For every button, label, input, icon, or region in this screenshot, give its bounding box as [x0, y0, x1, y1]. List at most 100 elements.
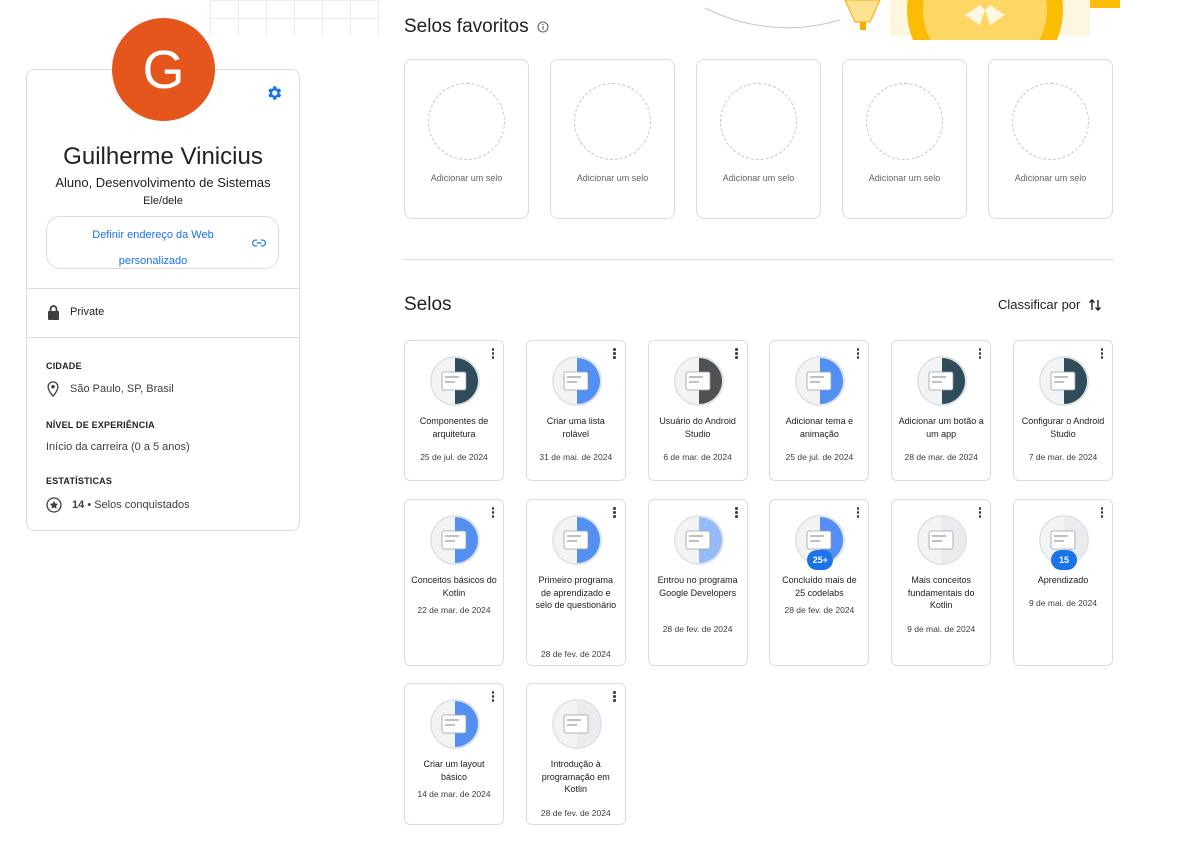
link-icon [252, 239, 266, 247]
info-icon[interactable] [537, 21, 549, 33]
badge-card[interactable]: Introdução à programação em Kotlin 28 de … [525, 683, 626, 825]
custom-url-label: Definir endereço da Web personalizado [75, 222, 231, 274]
badge-title: Usuário do Android Studio [659, 416, 736, 439]
favorite-slot[interactable]: Adicionar um selo [550, 59, 675, 219]
lock-icon [48, 305, 59, 320]
badge-card[interactable]: Criar um layout básico 14 de mar. de 2024 [404, 683, 504, 825]
empty-badge-placeholder [720, 83, 797, 160]
badge-icon [551, 699, 602, 749]
badge-icon [795, 356, 846, 406]
gear-icon[interactable] [265, 84, 283, 102]
badge-icon [551, 515, 602, 565]
badge-card[interactable]: Criar uma lista rolável 31 de mai. de 202… [525, 340, 626, 481]
privacy-label: Private [70, 306, 105, 318]
custom-url-button[interactable]: Definir endereço da Web personalizado [46, 216, 279, 269]
favorite-slot[interactable]: Adicionar um selo [696, 59, 821, 219]
badge-icon [917, 515, 968, 565]
city-row: São Paulo, SP, Brasil [46, 381, 174, 397]
badge-card[interactable]: Adicionar um botão a um app 28 de mar. de… [891, 340, 992, 481]
badge-title: Adicionar tema e animação [785, 416, 854, 439]
profile-card [26, 69, 300, 531]
badge-date: 28 de fev. de 2024 [540, 649, 611, 659]
badge-date: 9 de mai. de 2024 [1028, 598, 1098, 608]
badge-icon [1039, 356, 1089, 406]
more-options-icon[interactable] [491, 691, 495, 703]
more-options-icon[interactable] [856, 348, 860, 360]
stats-row: 14 • Selos conquistados [46, 497, 190, 513]
badge-card[interactable]: Adicionar tema e animação 25 de jul. de 2… [769, 340, 870, 481]
header-grid-decoration [210, 0, 380, 36]
location-pin-icon [47, 381, 59, 397]
profile-page: G Guilherme Vinicius Aluno, Desenvolvime… [0, 0, 1189, 844]
badge-title: Componentes de arquitetura [419, 416, 489, 439]
badge-card[interactable]: Primeiro programa de aprendizado e selo … [525, 499, 626, 666]
favorites-heading: Selos favoritos [404, 16, 549, 38]
custom-url-label-line1: Definir endereço da Web [92, 229, 214, 241]
more-options-icon[interactable] [735, 507, 739, 519]
more-options-icon[interactable] [491, 348, 495, 360]
badge-date: 28 de mar. de 2024 [904, 452, 978, 462]
badge-title: Configurar o Android Studio [1021, 416, 1105, 439]
favorite-slot[interactable]: Adicionar um selo [988, 59, 1113, 219]
favorite-slot-label: Adicionar um selo [1014, 173, 1087, 183]
badge-card[interactable]: Entrou no programa Google Developers 28 d… [647, 499, 748, 666]
sort-icon [1089, 298, 1102, 311]
badge-title: Adicionar um botão a um app [898, 416, 984, 439]
more-options-icon[interactable] [613, 507, 617, 519]
stats-heading: ESTATÍSTICAS [46, 476, 113, 486]
badge-title: Entrou no programa Google Developers [657, 575, 738, 598]
badge-icon [430, 515, 480, 565]
more-options-icon[interactable] [491, 507, 495, 519]
stats-label: • Selos conquistados [87, 499, 190, 511]
more-options-icon[interactable] [978, 507, 982, 519]
avatar-initial: G [142, 39, 185, 100]
experience-value: Início da carreira (0 a 5 anos) [46, 441, 190, 453]
badge-date: 31 de mai. de 2024 [539, 452, 613, 462]
badge-icon [551, 356, 602, 406]
avatar: G [112, 18, 215, 121]
badge-card[interactable]: Usuário do Android Studio 6 de mar. de 20… [647, 340, 748, 481]
more-options-icon[interactable] [978, 348, 982, 360]
profile-pronouns: Ele/dele [143, 195, 183, 207]
badge-date: 25 de jul. de 2024 [420, 452, 488, 462]
favorite-slot-label: Adicionar um selo [722, 173, 795, 183]
more-options-icon[interactable] [613, 348, 617, 360]
badge-icon [430, 356, 480, 406]
more-options-icon[interactable] [1100, 348, 1104, 360]
empty-badge-placeholder [428, 83, 505, 160]
badge-count-overlay: 25+ [807, 550, 834, 570]
badge-title: Criar uma lista rolável [546, 416, 605, 439]
more-options-icon[interactable] [856, 507, 860, 519]
favorite-slot[interactable]: Adicionar um selo [842, 59, 967, 219]
profile-name: Guilherme Vinicius [63, 143, 263, 170]
favorite-slot[interactable]: Adicionar um selo [404, 59, 529, 219]
favorite-slot-label: Adicionar um selo [430, 173, 503, 183]
badge-card[interactable]: Configurar o Android Studio 7 de mar. de … [1013, 340, 1113, 481]
header-illustration [704, 0, 1120, 40]
badge-title: Conceitos básicos do Kotlin [411, 575, 497, 598]
sort-button[interactable]: Classificar por [998, 297, 1102, 312]
badge-card[interactable]: 25+ Concluído mais de 25 codelabs 28 de fe… [769, 499, 870, 666]
badge-card[interactable]: Conceitos básicos do Kotlin 22 de mar. de… [404, 499, 504, 666]
badge-icon [430, 699, 480, 749]
badge-date: 7 de mar. de 2024 [1028, 452, 1098, 462]
badge-card[interactable]: 15 Aprendizado 9 de mai. de 2024 [1013, 499, 1113, 666]
badge-icon [673, 356, 724, 406]
badges-title: Selos [404, 294, 452, 315]
more-options-icon[interactable] [735, 348, 739, 360]
more-options-icon[interactable] [1100, 507, 1104, 519]
divider [27, 288, 299, 289]
badge-date: 22 de mar. de 2024 [417, 605, 491, 615]
badge-title: Concluído mais de 25 codelabs [782, 575, 857, 598]
custom-url-label-line2: personalizado [118, 255, 188, 267]
badge-icon [917, 356, 968, 406]
empty-badge-placeholder [1012, 83, 1089, 160]
badge-date: 6 de mar. de 2024 [663, 452, 732, 462]
badge-title: Primeiro programa de aprendizado e selo … [535, 575, 617, 611]
badge-card[interactable]: Componentes de arquitetura 25 de jul. de … [404, 340, 504, 481]
stats-count: 14 [72, 499, 85, 511]
more-options-icon[interactable] [613, 691, 617, 703]
badge-date: 28 de fev. de 2024 [540, 808, 611, 818]
empty-badge-placeholder [866, 83, 943, 160]
badge-card[interactable]: Mais conceitos fundamentais do Kotlin 9 d… [891, 499, 992, 666]
